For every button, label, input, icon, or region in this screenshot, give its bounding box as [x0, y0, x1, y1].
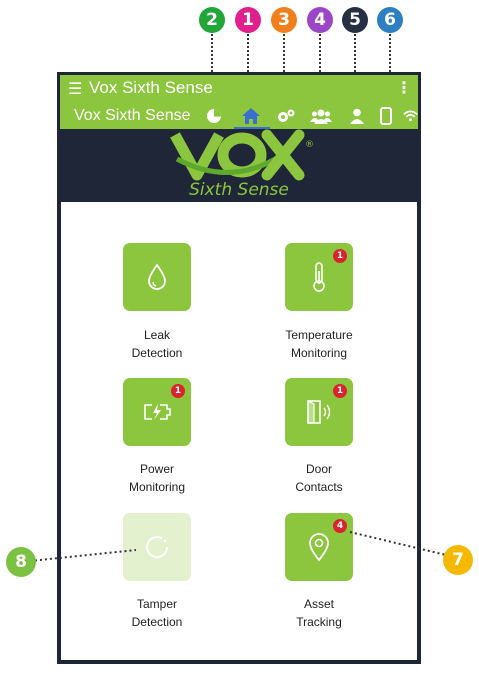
logo-tagline: Sixth Sense: [189, 180, 289, 200]
callout-5: 5: [342, 7, 368, 33]
leak-detection-label: Leak Detection: [131, 328, 183, 360]
callout-6: 6: [377, 7, 403, 33]
notification-badge: 1: [333, 249, 347, 263]
tamper-icon: [146, 536, 168, 559]
registered-mark: ®: [305, 140, 314, 150]
user-icon[interactable]: [346, 106, 368, 126]
location-pin-icon: [309, 533, 329, 562]
wifi-icon[interactable]: [403, 106, 418, 126]
device-icon[interactable]: [375, 106, 397, 126]
notification-badge: 1: [171, 384, 185, 398]
temperature-monitoring-label: Temperature Monitoring: [285, 328, 353, 360]
door-sensor-icon: [307, 400, 331, 424]
power-monitoring-tile[interactable]: 1: [123, 378, 191, 446]
callout-1: 1: [235, 7, 261, 33]
group-icon[interactable]: [310, 106, 332, 126]
battery-charging-icon: [144, 404, 171, 420]
door-contacts-label: Door Contacts: [295, 462, 343, 494]
asset-tracking-tile[interactable]: 4: [285, 513, 353, 581]
notification-badge: 4: [333, 519, 347, 533]
leak-detection-tile[interactable]: [123, 243, 191, 311]
app-title: Vox Sixth Sense: [89, 78, 213, 97]
tamper-detection-tile[interactable]: [123, 513, 191, 581]
settings-icon[interactable]: [275, 106, 297, 126]
overflow-menu-icon[interactable]: ⋮: [396, 78, 412, 98]
power-monitoring-label: Power Monitoring: [128, 462, 186, 494]
callout-2: 2: [199, 7, 225, 33]
asset-tracking-label: Asset Tracking: [296, 597, 342, 629]
callout-4: 4: [307, 7, 333, 33]
phone-screen: ☰ Vox Sixth Sense ⋮ Vox Sixth Sense ® Si…: [57, 72, 421, 664]
temperature-monitoring-tile[interactable]: 1: [285, 243, 353, 311]
vox-logo: ® Sixth Sense: [57, 129, 421, 202]
thermometer-icon: [313, 262, 325, 292]
callout-7: 7: [443, 545, 473, 575]
tamper-detection-label: Tamper Detection: [131, 597, 183, 629]
dashboard-grid: Leak Detection 1 Temperature Monitoring 1 …: [61, 202, 417, 660]
menu-icon[interactable]: ☰: [68, 79, 82, 99]
app-bar: ☰ Vox Sixth Sense ⋮ Vox Sixth Sense: [60, 75, 418, 129]
door-contacts-tile[interactable]: 1: [285, 378, 353, 446]
home-icon[interactable]: [240, 106, 262, 126]
app-subtitle: Vox Sixth Sense: [74, 107, 191, 124]
notification-badge: 1: [333, 384, 347, 398]
pie-chart-icon[interactable]: [203, 106, 225, 126]
callout-3: 3: [271, 7, 297, 33]
callout-8: 8: [6, 547, 36, 577]
water-drop-icon: [148, 263, 166, 290]
